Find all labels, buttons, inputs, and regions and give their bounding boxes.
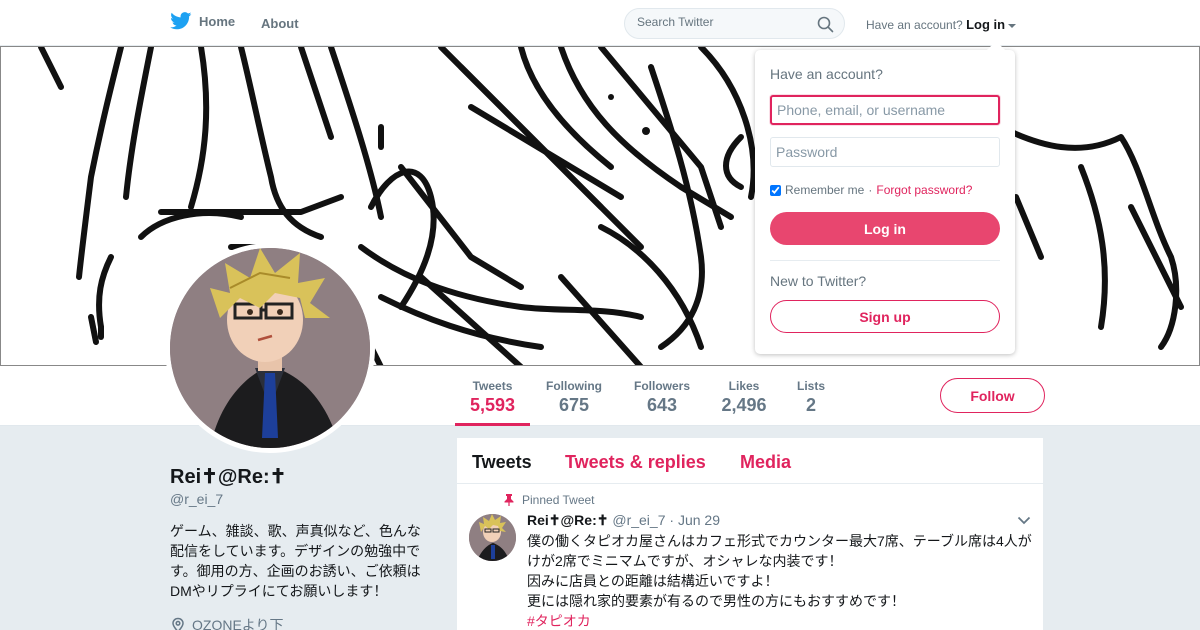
profile-avatar[interactable] bbox=[165, 243, 375, 453]
pinned-tweet-label: Pinned Tweet bbox=[504, 493, 595, 507]
location-icon bbox=[172, 617, 184, 630]
profile-name: Rei✝@Re:✝ bbox=[170, 466, 287, 488]
tweet-line: 僕の働くタピオカ屋さんはカフェ形式でカウンター最大7席、テーブル席は4人がけが2… bbox=[527, 533, 1032, 569]
tweet-hashtag[interactable]: #タピオカ bbox=[527, 611, 1037, 630]
timeline-tabs: Tweets Tweets & replies Media bbox=[457, 438, 1043, 484]
signup-button[interactable]: Sign up bbox=[770, 300, 1000, 333]
dropdown-title: Have an account? bbox=[770, 66, 883, 82]
tweet-avatar[interactable] bbox=[469, 514, 516, 561]
tweet-author-handle[interactable]: @r_ei_7 bbox=[612, 512, 665, 528]
stat-lists[interactable]: Lists 2 bbox=[792, 366, 830, 426]
timeline: Tweets Tweets & replies Media Pinned Twe… bbox=[456, 437, 1044, 630]
tweet-author-name[interactable]: Rei✝@Re:✝ bbox=[527, 512, 608, 528]
profile-bio: ゲーム、雑談、歌、声真似など、色んな配信をしています。デザインの勉強中です。御用… bbox=[170, 523, 421, 599]
tab-tweets[interactable]: Tweets bbox=[472, 452, 532, 473]
tweet-date[interactable]: · Jun 29 bbox=[669, 512, 720, 528]
stat-value: 2,496 bbox=[721, 395, 767, 415]
avatar-illustration bbox=[170, 248, 370, 448]
stat-label: Following bbox=[546, 379, 602, 393]
login-button[interactable]: Log in bbox=[770, 212, 1000, 245]
stat-following[interactable]: Following 675 bbox=[540, 366, 608, 426]
stat-label: Tweets bbox=[472, 379, 513, 393]
separator-dot: · bbox=[868, 183, 873, 197]
stat-value: 2 bbox=[805, 395, 816, 415]
tweet-text: 僕の働くタピオカ屋さんはカフェ形式でカウンター最大7席、テーブル席は4人がけが2… bbox=[527, 531, 1037, 630]
profile-location: OZONEより下 bbox=[170, 615, 284, 630]
login-dropdown: Have an account? Remember me · Forgot pa… bbox=[755, 41, 1015, 354]
nav-home-label: Home bbox=[199, 13, 236, 29]
nav-home-link[interactable]: Home bbox=[170, 12, 235, 30]
location-text: OZONEより下 bbox=[192, 617, 284, 630]
stat-followers[interactable]: Followers 643 bbox=[628, 366, 696, 426]
tweet-header: Rei✝@Re:✝ @r_ei_7 · Jun 29 bbox=[527, 512, 720, 529]
stat-label: Lists bbox=[796, 379, 825, 393]
tweet-line: 因みに店員との距離は結構近いですよ！ bbox=[527, 573, 779, 589]
username-field[interactable] bbox=[770, 95, 1000, 125]
dropdown-arrow bbox=[987, 41, 1005, 50]
new-to-twitter-text: New to Twitter? bbox=[770, 273, 867, 289]
forgot-password-link[interactable]: Forgot password? bbox=[876, 183, 972, 197]
login-toggle[interactable]: Log in bbox=[966, 17, 1005, 32]
stat-likes[interactable]: Likes 2,496 bbox=[716, 366, 772, 426]
remember-checkbox[interactable] bbox=[770, 184, 781, 196]
account-menu: Have an account? Log in bbox=[866, 17, 1017, 32]
pinned-text: Pinned Tweet bbox=[522, 493, 595, 507]
top-nav: Home About Have an account? Log in bbox=[0, 0, 1200, 46]
stat-tweets[interactable]: Tweets 5,593 bbox=[455, 366, 530, 426]
stat-label: Likes bbox=[728, 379, 760, 393]
tab-media[interactable]: Media bbox=[740, 452, 791, 473]
search-box bbox=[624, 8, 845, 39]
caret-down-icon[interactable] bbox=[1008, 23, 1017, 28]
have-account-text: Have an account? bbox=[866, 18, 963, 32]
follow-button[interactable]: Follow bbox=[940, 378, 1045, 413]
tab-tweets-replies[interactable]: Tweets & replies bbox=[565, 452, 706, 473]
pin-icon bbox=[504, 494, 514, 506]
password-field[interactable] bbox=[770, 137, 1000, 167]
tweet-line: 更には隠れ家的要素が有るので男性の方にもおすすめです！ bbox=[527, 593, 905, 609]
stat-value: 643 bbox=[646, 395, 678, 415]
divider bbox=[770, 260, 1000, 261]
nav-about-link[interactable]: About bbox=[261, 16, 299, 31]
stat-value: 5,593 bbox=[469, 395, 516, 415]
stat-label: Followers bbox=[633, 379, 690, 393]
search-icon[interactable] bbox=[817, 16, 834, 33]
twitter-bird-icon bbox=[170, 12, 192, 30]
chevron-down-icon[interactable] bbox=[1017, 516, 1031, 525]
profile-handle[interactable]: @r_ei_7 bbox=[170, 491, 223, 507]
remember-label[interactable]: Remember me bbox=[785, 183, 864, 197]
remember-row: Remember me · Forgot password? bbox=[770, 183, 972, 197]
stat-value: 675 bbox=[558, 395, 590, 415]
search-input[interactable] bbox=[637, 15, 807, 29]
